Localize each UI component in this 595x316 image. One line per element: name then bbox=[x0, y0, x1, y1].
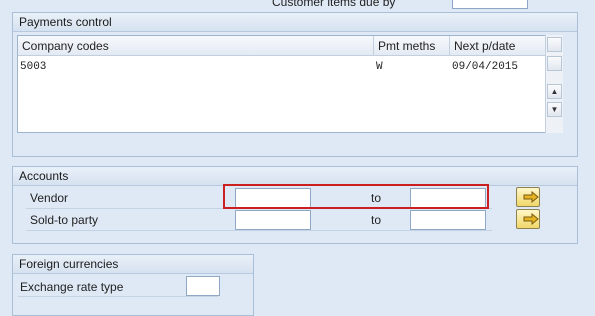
arrow-right-icon bbox=[523, 213, 539, 225]
arrow-right-icon bbox=[523, 191, 539, 203]
cell-company-code[interactable]: 5003 bbox=[20, 59, 46, 75]
sold-to-multiple-selection-button[interactable] bbox=[516, 209, 540, 229]
payments-table: Company codes Pmt meths Next p/date 5003… bbox=[17, 35, 563, 133]
exchange-rate-type-label: Exchange rate type bbox=[20, 280, 124, 294]
sold-to-to-field[interactable] bbox=[410, 210, 486, 230]
exchange-rate-type-field[interactable] bbox=[186, 276, 220, 296]
sold-to-to-label: to bbox=[371, 213, 382, 227]
scroll-up-icon[interactable]: ▲ bbox=[547, 84, 562, 99]
column-header-company-codes[interactable]: Company codes bbox=[18, 36, 374, 56]
vendor-label: Vendor bbox=[30, 191, 69, 205]
cell-pmt-meth[interactable]: W bbox=[376, 59, 383, 75]
foreign-currencies-title: Foreign currencies bbox=[13, 255, 253, 274]
sold-to-label: Sold-to party bbox=[30, 213, 99, 227]
column-header-next-p-date[interactable]: Next p/date bbox=[450, 36, 546, 56]
vendor-highlight-box bbox=[223, 184, 489, 209]
customer-items-due-label: Customer items due by bbox=[272, 0, 396, 9]
payments-control-title: Payments control bbox=[13, 13, 577, 32]
scrollbar-top-box[interactable] bbox=[547, 37, 562, 52]
customer-items-due-field[interactable] bbox=[452, 0, 528, 9]
scroll-down-icon[interactable]: ▼ bbox=[547, 102, 562, 117]
sold-to-from-field[interactable] bbox=[235, 210, 311, 230]
cell-next-p-date[interactable]: 09/04/2015 bbox=[452, 59, 518, 75]
scrollbar-box[interactable] bbox=[547, 56, 562, 71]
table-scrollbar[interactable]: ▲ ▼ bbox=[545, 35, 563, 133]
column-header-pmt-meths[interactable]: Pmt meths bbox=[374, 36, 450, 56]
payments-control-group: Payments control Company codes Pmt meths… bbox=[12, 12, 578, 157]
vendor-multiple-selection-button[interactable] bbox=[516, 187, 540, 207]
